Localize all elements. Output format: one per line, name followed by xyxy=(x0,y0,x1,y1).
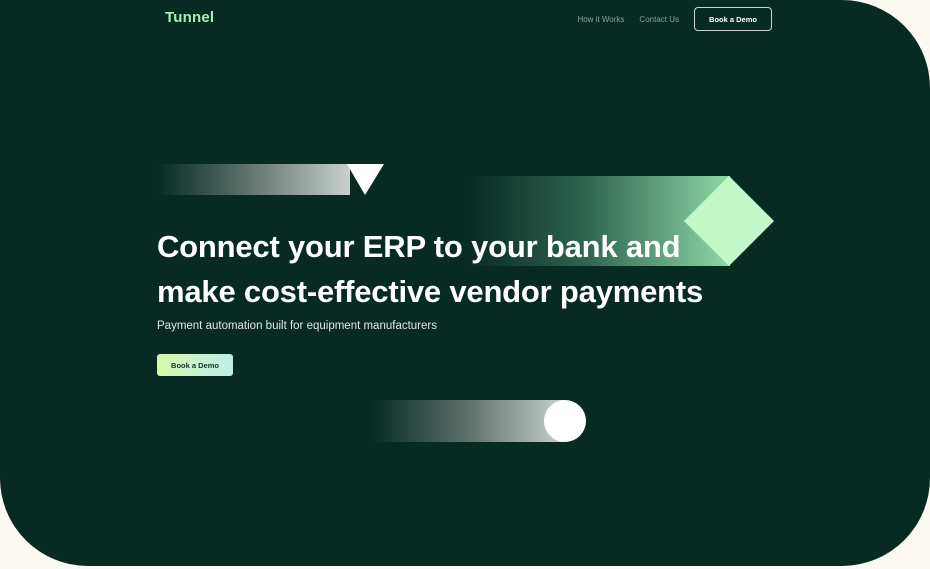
hero-book-demo-button[interactable]: Book a Demo xyxy=(157,354,233,376)
top-nav: How it Works Contact Us Book a Demo xyxy=(577,7,772,31)
triangle-decoration xyxy=(158,164,384,195)
headline-line-2: make cost-effective vendor payments xyxy=(157,274,704,309)
nav-link-contact-us[interactable]: Contact Us xyxy=(639,15,679,24)
logo[interactable]: Tunnel xyxy=(165,9,214,26)
hero-headline: Connect your ERP to your bank and make c… xyxy=(157,224,797,314)
circle-trail xyxy=(372,400,565,442)
triangle-trail xyxy=(158,164,350,195)
nav-book-demo-button[interactable]: Book a Demo xyxy=(694,7,772,31)
hero-subheadline: Payment automation built for equipment m… xyxy=(157,320,437,332)
triangle-shape xyxy=(347,164,384,195)
headline-line-1: Connect your ERP to your bank and xyxy=(157,229,681,264)
circle-decoration xyxy=(372,400,586,442)
circle-shape xyxy=(544,400,586,442)
hero-section: Tunnel How it Works Contact Us Book a De… xyxy=(0,0,930,566)
nav-link-how-it-works[interactable]: How it Works xyxy=(577,15,624,24)
